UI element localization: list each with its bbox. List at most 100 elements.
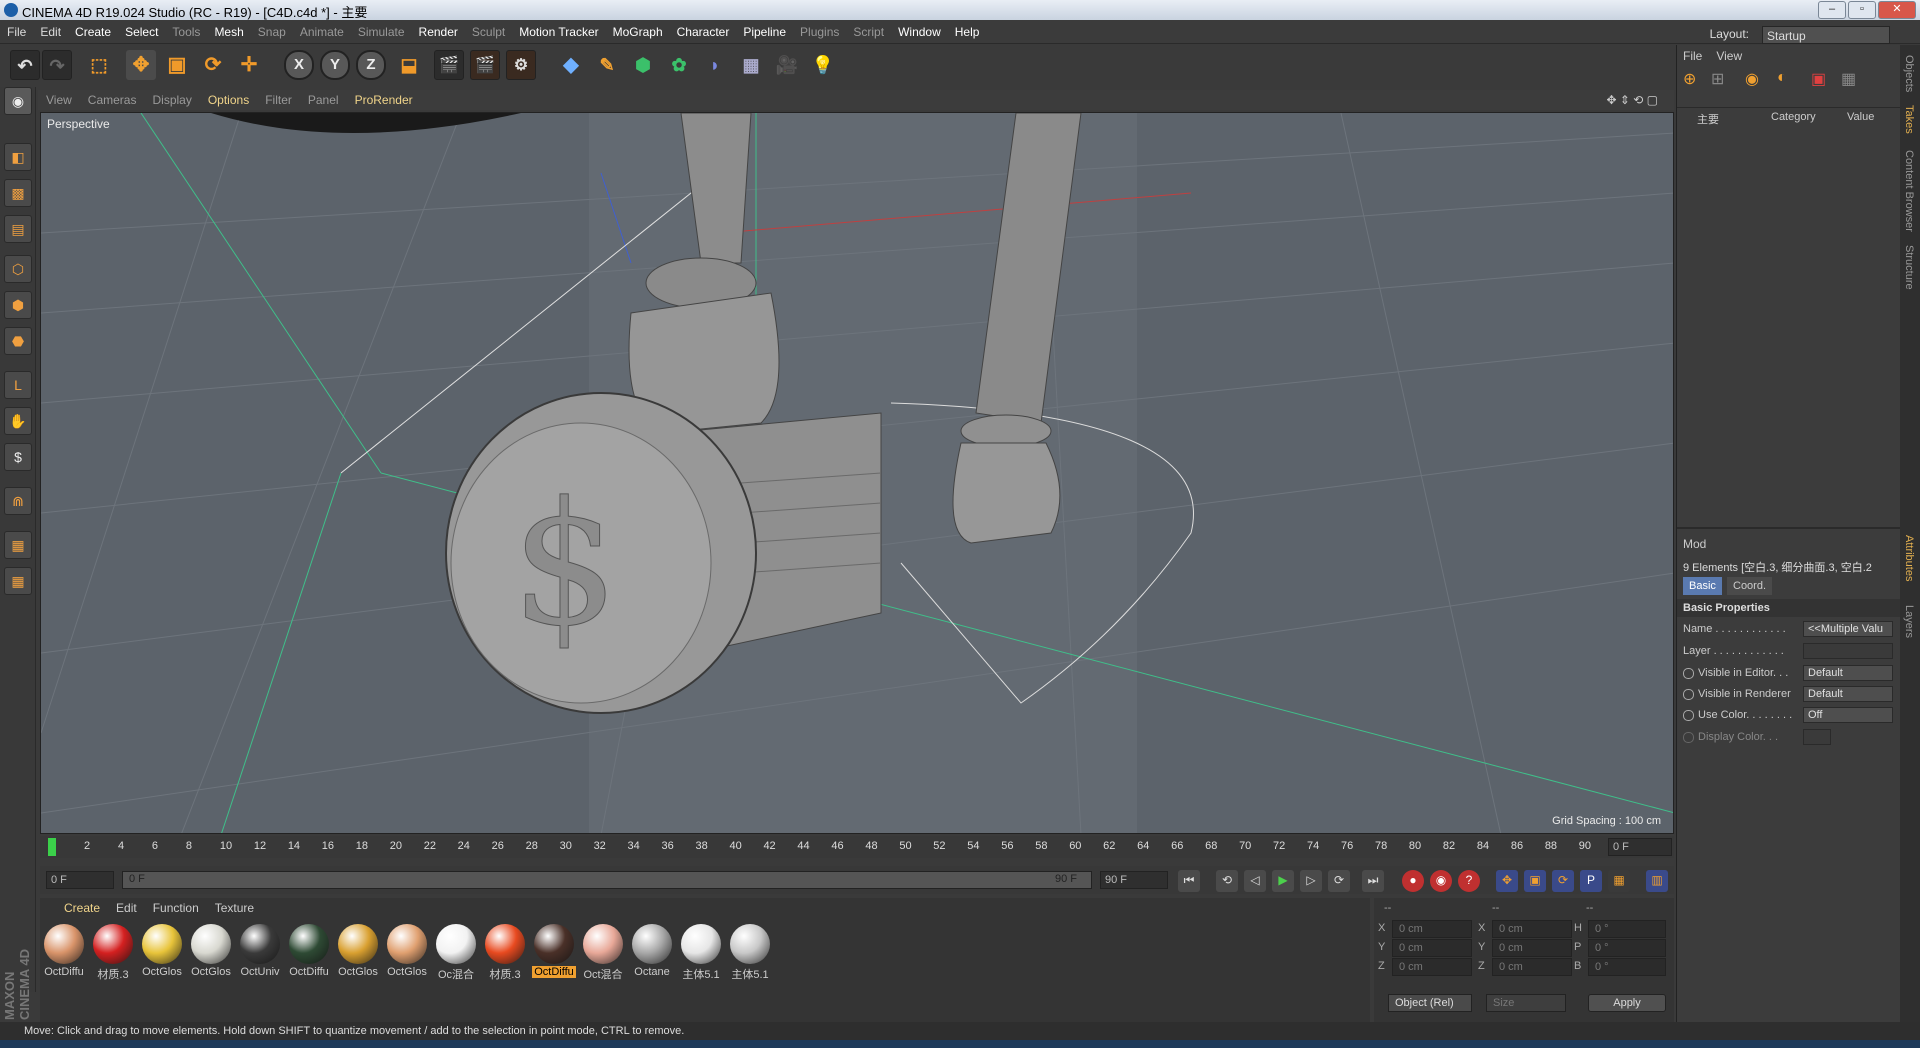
coord-mode-dropdown[interactable]: Object (Rel): [1388, 994, 1472, 1012]
live-selection-icon[interactable]: ⬚: [84, 50, 114, 80]
previous-frame-icon[interactable]: ◁: [1244, 870, 1266, 892]
material-preview-ball[interactable]: [142, 924, 182, 964]
menu-file[interactable]: File: [0, 20, 33, 44]
coord-value-field[interactable]: 0 cm: [1392, 958, 1472, 976]
play-icon[interactable]: ▶: [1272, 870, 1294, 892]
material-swatch[interactable]: 主体5.1: [679, 924, 723, 982]
material-swatch[interactable]: 材质.3: [483, 924, 527, 982]
key-scale-icon[interactable]: ▣: [1524, 870, 1546, 892]
viewport-menu-view[interactable]: View: [38, 90, 80, 110]
render-view-icon[interactable]: 🎬: [434, 50, 464, 80]
next-frame-icon[interactable]: ▷: [1300, 870, 1322, 892]
attributes-tab-basic[interactable]: Basic: [1683, 577, 1722, 595]
material-preview-ball[interactable]: [485, 924, 525, 964]
attr-use-color-dropdown[interactable]: Off: [1803, 707, 1893, 723]
menu-mograph[interactable]: MoGraph: [606, 20, 670, 44]
coord-value-field[interactable]: 0 cm: [1392, 939, 1472, 957]
material-preview-ball[interactable]: [534, 924, 574, 964]
radio-icon[interactable]: [1683, 667, 1694, 679]
polygons-mode-icon[interactable]: ⬣: [4, 327, 32, 355]
side-tab-structure[interactable]: Structure: [1903, 245, 1915, 290]
deformer-icon[interactable]: ◗: [700, 50, 730, 80]
layout-selector[interactable]: Layout: Startup: [1703, 22, 1890, 46]
radio-icon[interactable]: [1683, 709, 1694, 721]
attr-visible-editor-dropdown[interactable]: Default: [1803, 665, 1893, 681]
material-swatch[interactable]: OctDiffu: [287, 924, 331, 978]
take-filter-icon[interactable]: ▦: [1841, 69, 1856, 89]
undo-icon[interactable]: ↶: [10, 50, 40, 80]
menu-edit[interactable]: Edit: [33, 20, 68, 44]
menu-render[interactable]: Render: [412, 20, 465, 44]
record-keys-icon[interactable]: ●: [1402, 870, 1424, 892]
material-menu-edit[interactable]: Edit: [108, 898, 145, 918]
model-mode-icon[interactable]: ◧: [4, 143, 32, 171]
objects-menu-file[interactable]: File: [1683, 49, 1702, 63]
material-swatch[interactable]: OctGlos: [189, 924, 233, 978]
playhead-marker[interactable]: [48, 838, 56, 856]
go-to-end-icon[interactable]: ⏭: [1362, 870, 1384, 892]
attr-layer-field[interactable]: [1803, 643, 1893, 659]
viewport-nav-icons[interactable]: ✥ ⇕ ⟲ ▢: [1598, 90, 1666, 110]
material-swatch[interactable]: Octane: [630, 924, 674, 978]
material-preview-ball[interactable]: [338, 924, 378, 964]
camera-icon[interactable]: 🎥: [772, 50, 802, 80]
layout-dropdown[interactable]: Startup: [1762, 25, 1890, 44]
perspective-viewport[interactable]: $ Perspective Grid Spacing : 100 cm: [40, 112, 1674, 834]
menu-help[interactable]: Help: [948, 20, 987, 44]
grid-snap-icon[interactable]: ▦: [4, 567, 32, 595]
light-icon[interactable]: 💡: [808, 50, 838, 80]
material-swatch[interactable]: OctUniv: [238, 924, 282, 978]
menu-animate[interactable]: Animate: [293, 20, 351, 44]
rotate-tool-icon[interactable]: ⟳: [198, 50, 228, 80]
menu-mesh[interactable]: Mesh: [207, 20, 250, 44]
next-key-icon[interactable]: ⟳: [1328, 870, 1350, 892]
take-override-icon[interactable]: ⊞: [1711, 69, 1724, 89]
viewport-menu-options[interactable]: Options: [200, 90, 257, 110]
size-mode-dropdown[interactable]: Size: [1486, 994, 1566, 1012]
solo-mode-icon[interactable]: $: [4, 443, 32, 471]
coord-value-field[interactable]: 0 cm: [1492, 920, 1572, 938]
material-swatch[interactable]: 主体5.1: [728, 924, 772, 982]
material-preview-ball[interactable]: [436, 924, 476, 964]
floor-icon[interactable]: ▦: [736, 50, 766, 80]
menu-plugins[interactable]: Plugins: [793, 20, 846, 44]
current-frame-field[interactable]: 0 F: [1608, 838, 1672, 856]
make-editable-icon[interactable]: ◉: [4, 87, 32, 115]
side-tab-content-browser[interactable]: Content Browser: [1903, 150, 1915, 232]
radio-icon[interactable]: [1683, 688, 1694, 700]
attributes-mode-menu[interactable]: Mod: [1683, 537, 1706, 551]
coord-value-field[interactable]: 0 °: [1588, 939, 1666, 957]
material-swatch[interactable]: OctDiffu: [532, 924, 576, 978]
material-swatch[interactable]: OctGlos: [140, 924, 184, 978]
edges-mode-icon[interactable]: ⬢: [4, 291, 32, 319]
take-lock-icon[interactable]: ◐: [1777, 69, 1787, 87]
material-menu-function[interactable]: Function: [145, 898, 207, 918]
end-frame-field[interactable]: 90 F: [1100, 871, 1168, 889]
material-preview-ball[interactable]: [681, 924, 721, 964]
material-preview-ball[interactable]: [240, 924, 280, 964]
cloner-icon[interactable]: ✿: [664, 50, 694, 80]
coord-value-field[interactable]: 0 °: [1588, 920, 1666, 938]
material-swatch[interactable]: Oc混合: [434, 924, 478, 982]
viewport-menu-prorender[interactable]: ProRender: [347, 90, 421, 110]
keyframe-selection-icon[interactable]: ?: [1458, 870, 1480, 892]
take-new-icon[interactable]: ⊕: [1683, 69, 1696, 89]
y-axis-lock-icon[interactable]: Y: [320, 50, 350, 80]
menu-snap[interactable]: Snap: [251, 20, 293, 44]
texture-mode-icon[interactable]: ▩: [4, 179, 32, 207]
auto-keying-icon[interactable]: ◉: [1430, 870, 1452, 892]
menu-simulate[interactable]: Simulate: [351, 20, 412, 44]
material-preview-ball[interactable]: [93, 924, 133, 964]
workplane-mode-icon[interactable]: ▤: [4, 215, 32, 243]
material-preview-ball[interactable]: [583, 924, 623, 964]
material-preview-ball[interactable]: [387, 924, 427, 964]
viewport-menu-panel[interactable]: Panel: [300, 90, 347, 110]
subdivision-surface-icon[interactable]: ⬢: [628, 50, 658, 80]
viewport-menu-filter[interactable]: Filter: [257, 90, 300, 110]
material-preview-ball[interactable]: [44, 924, 84, 964]
coordinate-system-icon[interactable]: ⬓: [394, 50, 424, 80]
preview-range-slider[interactable]: 0 F 90 F: [122, 871, 1092, 889]
material-swatch[interactable]: OctGlos: [336, 924, 380, 978]
coord-value-field[interactable]: 0 cm: [1492, 958, 1572, 976]
side-tab-takes[interactable]: Takes: [1903, 105, 1915, 134]
